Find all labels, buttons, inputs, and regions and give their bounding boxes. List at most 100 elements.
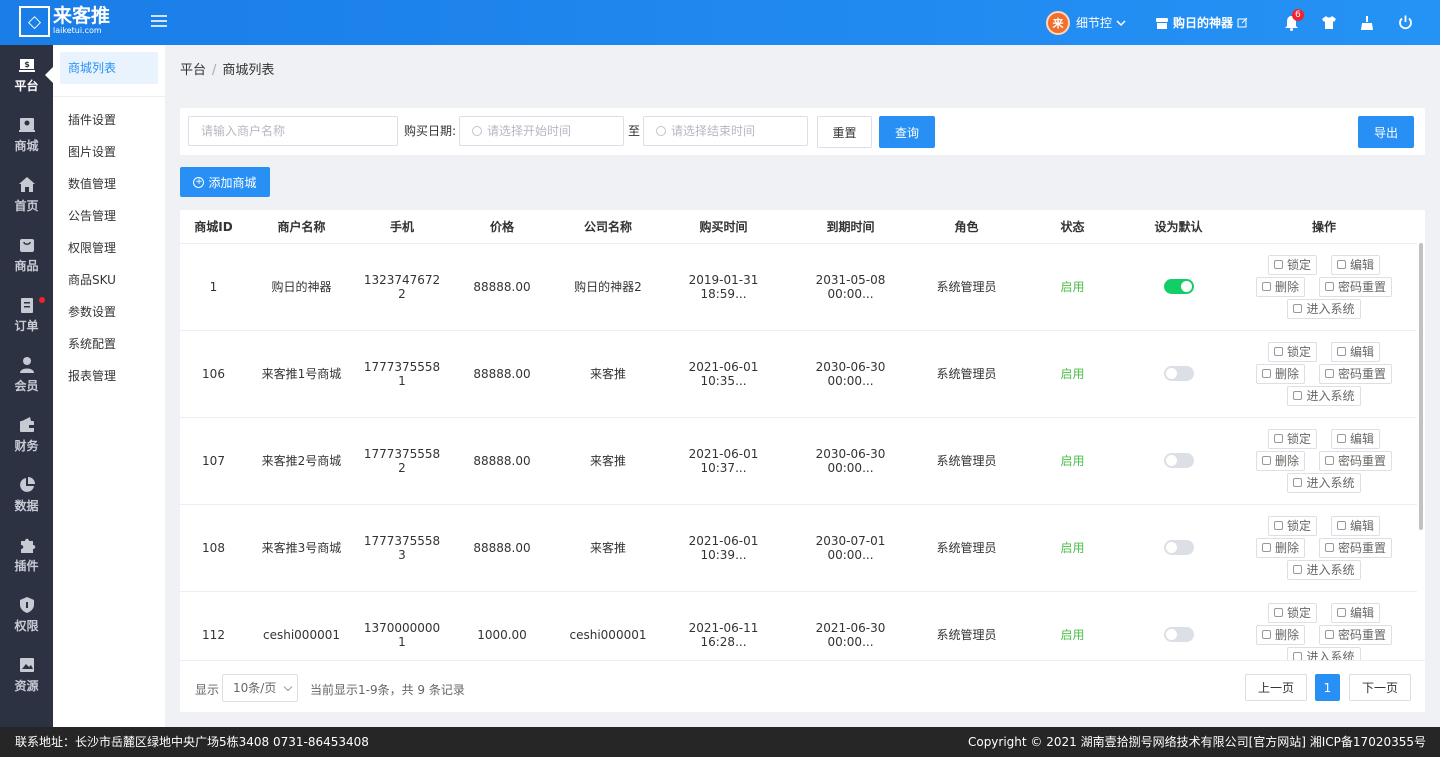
prev-page-button[interactable]: 上一页 bbox=[1245, 674, 1307, 701]
page-number-button[interactable]: 1 bbox=[1315, 674, 1340, 701]
enter-system-button-label: 进入系统 bbox=[1306, 476, 1355, 490]
lock-button[interactable]: 锁定 bbox=[1267, 602, 1317, 623]
cell-default bbox=[1126, 330, 1231, 418]
platform-icon: $ bbox=[18, 59, 35, 72]
theme-button[interactable] bbox=[1310, 15, 1348, 30]
store-switcher[interactable]: 购日的神器 bbox=[1155, 14, 1248, 31]
column-header: 状态 bbox=[1019, 210, 1126, 244]
nav-data[interactable]: 数据 bbox=[0, 465, 53, 525]
submenu-value-management[interactable]: 数值管理 bbox=[53, 168, 165, 200]
default-toggle[interactable] bbox=[1163, 366, 1194, 381]
export-button[interactable]: 导出 bbox=[1358, 116, 1414, 148]
shirt-icon bbox=[1322, 16, 1336, 29]
clear-cache-button[interactable] bbox=[1348, 15, 1386, 31]
lock-button[interactable]: 锁定 bbox=[1267, 515, 1317, 536]
cell-status: 启用 bbox=[1019, 243, 1126, 331]
table-scrollbar[interactable] bbox=[1419, 243, 1423, 530]
phone-line: 1 bbox=[398, 634, 406, 649]
reset-password-button[interactable]: 密码重置 bbox=[1319, 624, 1393, 645]
delete-button[interactable]: 删除 bbox=[1255, 537, 1305, 558]
nav-permission[interactable]: 权限 bbox=[0, 585, 53, 645]
reset-password-button[interactable]: 密码重置 bbox=[1319, 537, 1393, 558]
submenu-goods-sku[interactable]: 商品SKU bbox=[53, 264, 165, 296]
submenu-report-management[interactable]: 报表管理 bbox=[53, 360, 165, 392]
enter-system-button-label: 进入系统 bbox=[1306, 563, 1355, 577]
lock-button[interactable]: 锁定 bbox=[1267, 428, 1317, 449]
add-mall-button[interactable]: + 添加商城 bbox=[180, 167, 270, 197]
merchant-name-input[interactable]: 请输入商户名称 bbox=[188, 116, 398, 146]
delete-button[interactable]: 删除 bbox=[1255, 276, 1305, 297]
nav-plugin[interactable]: 插件 bbox=[0, 525, 53, 585]
default-toggle[interactable] bbox=[1163, 627, 1194, 642]
nav-mall[interactable]: 商城 bbox=[0, 105, 53, 165]
next-page-button[interactable]: 下一页 bbox=[1349, 674, 1411, 701]
reset-password-button[interactable]: 密码重置 bbox=[1319, 363, 1393, 384]
notification-button[interactable]: 6 bbox=[1272, 8, 1310, 31]
lock-button[interactable]: 锁定 bbox=[1267, 341, 1317, 362]
chevron-down-icon bbox=[283, 682, 293, 692]
submenu-parameter-settings[interactable]: 参数设置 bbox=[53, 296, 165, 328]
sub-menu: 商城列表 插件设置 图片设置 数值管理 公告管理 权限管理 商品SKU 参数设置… bbox=[53, 45, 165, 727]
logo-mark-icon: ◇ bbox=[19, 6, 50, 37]
nav-label: 会员 bbox=[14, 379, 39, 393]
edit-button-label: 编辑 bbox=[1350, 258, 1375, 272]
nav-member[interactable]: 会员 bbox=[0, 345, 53, 405]
enter-system-button[interactable]: 进入系统 bbox=[1287, 298, 1361, 319]
lock-button-label: 锁定 bbox=[1286, 432, 1311, 446]
lock-button-label: 锁定 bbox=[1286, 258, 1311, 272]
default-toggle[interactable] bbox=[1163, 540, 1194, 555]
submenu-mall-list[interactable]: 商城列表 bbox=[60, 52, 158, 84]
submenu-permission-management[interactable]: 权限管理 bbox=[53, 232, 165, 264]
reset-password-button[interactable]: 密码重置 bbox=[1319, 276, 1393, 297]
delete-button[interactable]: 删除 bbox=[1255, 363, 1305, 384]
edit-button[interactable]: 编辑 bbox=[1331, 341, 1381, 362]
reset-button[interactable]: 重置 bbox=[817, 116, 872, 148]
table-row: 106 来客推1号商城 1777375558 1 88888.00 来客推 2021-06-… bbox=[180, 330, 1417, 418]
delete-button[interactable]: 删除 bbox=[1255, 624, 1305, 645]
edit-button[interactable]: 编辑 bbox=[1331, 515, 1381, 536]
phone-line: 1370000000 bbox=[363, 620, 441, 635]
enter-system-button[interactable]: 进入系统 bbox=[1287, 559, 1361, 580]
menu-collapse-icon[interactable] bbox=[151, 15, 167, 29]
delete-button[interactable]: 删除 bbox=[1255, 450, 1305, 471]
page-size-select[interactable]: 10条/页 bbox=[222, 674, 298, 702]
enter-system-button[interactable]: 进入系统 bbox=[1287, 472, 1361, 493]
breadcrumb-root[interactable]: 平台 bbox=[180, 63, 206, 78]
edit-button[interactable]: 编辑 bbox=[1331, 602, 1381, 623]
column-header: 购买时间 bbox=[660, 210, 787, 244]
edit-button[interactable]: 编辑 bbox=[1331, 428, 1381, 449]
nav-resource[interactable]: 资源 bbox=[0, 645, 53, 705]
nav-label: 商城 bbox=[14, 139, 39, 153]
submenu-system-config[interactable]: 系统配置 bbox=[53, 328, 165, 360]
nav-order[interactable]: 订单 bbox=[0, 285, 53, 345]
edit-button[interactable]: 编辑 bbox=[1331, 254, 1381, 275]
edit-icon bbox=[1337, 434, 1346, 443]
default-toggle[interactable] bbox=[1163, 279, 1194, 294]
nav-home[interactable]: 首页 bbox=[0, 165, 53, 225]
nav-goods[interactable]: 商品 bbox=[0, 225, 53, 285]
logo-name: 来客推 bbox=[53, 5, 111, 27]
nav-finance[interactable]: 财务 bbox=[0, 405, 53, 465]
main-nav-rail: $ 平台 商城 首页 商品 订单 会员 财务 数据 插件 权限 资源 bbox=[0, 45, 53, 727]
date-range-separator: 至 bbox=[628, 124, 641, 138]
default-toggle[interactable] bbox=[1163, 453, 1194, 468]
start-date-input[interactable]: 请选择开始时间 bbox=[459, 116, 624, 146]
logo[interactable]: ◇ 来客推 laiketui.com bbox=[19, 6, 110, 37]
reset-password-button[interactable]: 密码重置 bbox=[1319, 450, 1393, 471]
user-menu[interactable]: 来 细节控 bbox=[1045, 10, 1127, 35]
enter-system-button[interactable]: 进入系统 bbox=[1287, 385, 1361, 406]
logout-button[interactable] bbox=[1386, 15, 1424, 30]
nav-platform[interactable]: $ 平台 bbox=[0, 45, 53, 105]
submenu-notice-management[interactable]: 公告管理 bbox=[53, 200, 165, 232]
order-icon bbox=[20, 298, 33, 313]
power-icon bbox=[1398, 15, 1412, 30]
submenu-plugin-settings[interactable]: 插件设置 bbox=[53, 104, 165, 136]
lock-button[interactable]: 锁定 bbox=[1267, 254, 1317, 275]
end-date-input[interactable]: 请选择结束时间 bbox=[643, 116, 808, 146]
start-date-placeholder: 请选择开始时间 bbox=[487, 124, 572, 138]
cell-price: 88888.00 bbox=[448, 243, 556, 331]
query-button[interactable]: 查询 bbox=[879, 116, 935, 148]
submenu-image-settings[interactable]: 图片设置 bbox=[53, 136, 165, 168]
cell-company: 来客推 bbox=[556, 330, 660, 418]
pagination: 显示 10条/页 当前显示1-9条，共 9 条记录 上一页 1 下一页 bbox=[180, 660, 1425, 712]
